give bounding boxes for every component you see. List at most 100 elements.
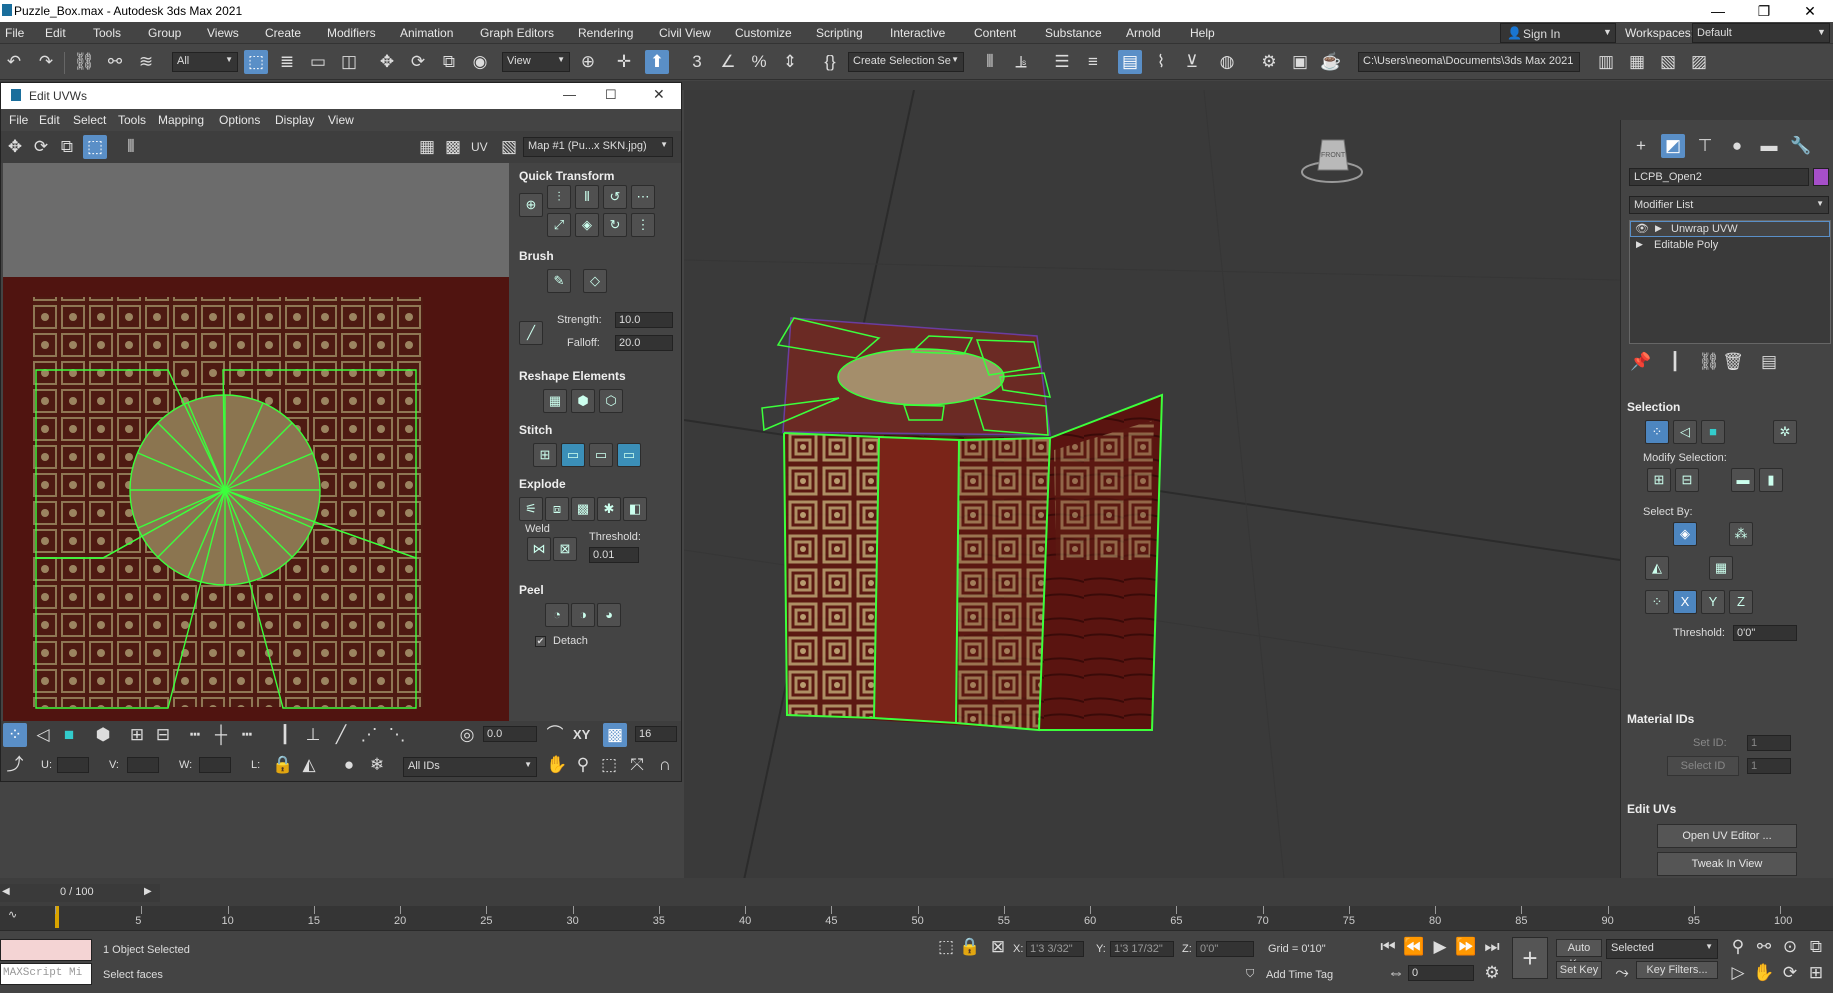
uv-menu-mapping[interactable]: Mapping bbox=[158, 113, 204, 127]
maxscript-listener-output[interactable] bbox=[0, 939, 92, 961]
soft-selection-falloff-spinner[interactable]: 0.0 bbox=[483, 726, 537, 742]
peel-header[interactable]: Peel bbox=[519, 583, 544, 597]
menu-content[interactable]: Content bbox=[974, 26, 1016, 40]
show-end-result-icon[interactable]: ┃ bbox=[1663, 350, 1687, 374]
limit-selection-icon[interactable]: ▩ bbox=[603, 723, 627, 747]
selection-lock-icon[interactable]: 🔒 bbox=[958, 935, 982, 959]
mirror-icon[interactable]: ⫴ bbox=[119, 135, 143, 159]
add-time-tag-button[interactable]: Add Time Tag bbox=[1266, 969, 1333, 981]
default-in-out-tangent-icon[interactable]: ⤳ bbox=[1610, 961, 1634, 985]
scale-uniform-icon[interactable]: ⤢ bbox=[547, 213, 571, 237]
ring-icon[interactable]: ▬ bbox=[1731, 468, 1755, 492]
flip-icon[interactable]: ◈ bbox=[575, 213, 599, 237]
paint-select-icon[interactable]: ╱ bbox=[329, 723, 353, 747]
element-sub-icon[interactable]: ✲ bbox=[1773, 420, 1797, 444]
ids-filter-select[interactable]: All IDs ▼ bbox=[403, 757, 537, 777]
strength-spinner[interactable]: 10.0 bbox=[615, 312, 673, 328]
detach-checkbox[interactable]: ✔ bbox=[535, 636, 546, 647]
angle-snap-icon[interactable]: ∠ bbox=[716, 50, 740, 74]
uv-close-button[interactable]: ✕ bbox=[653, 86, 665, 103]
point-to-point-icon[interactable]: ⊥ bbox=[301, 723, 325, 747]
rotate-ccw-icon[interactable]: ↺ bbox=[603, 185, 627, 209]
window-crossing-icon[interactable]: ◫ bbox=[337, 50, 361, 74]
mirror-icon[interactable]: ⫴ bbox=[978, 50, 1002, 74]
key-filters-button[interactable]: Key Filters... bbox=[1636, 961, 1718, 979]
curve-editor-icon[interactable]: ⌇ bbox=[1149, 50, 1173, 74]
set-keys-button[interactable]: + bbox=[1512, 937, 1548, 979]
edge-mode-icon[interactable]: ◁ bbox=[31, 723, 55, 747]
x-axis-icon[interactable]: X bbox=[1673, 590, 1697, 614]
close-button[interactable]: ✕ bbox=[1787, 0, 1833, 22]
set-project-icon[interactable]: ▦ bbox=[1625, 50, 1649, 74]
menu-animation[interactable]: Animation bbox=[400, 26, 453, 40]
minimize-button[interactable]: — bbox=[1695, 0, 1741, 22]
pivot-center-icon[interactable]: ⊕ bbox=[576, 50, 600, 74]
key-filter-select[interactable]: Selected ▼ bbox=[1606, 939, 1718, 959]
orbit-icon[interactable]: ⟳ bbox=[1778, 961, 1802, 985]
bind-spacewarp-icon[interactable]: ≋ bbox=[134, 50, 158, 74]
relax-icon[interactable]: ⬢ bbox=[571, 389, 595, 413]
vertex-mode-icon[interactable]: ⁘ bbox=[3, 723, 27, 747]
hide-show-icon[interactable]: ◭ bbox=[297, 753, 321, 777]
uv-menu-tools[interactable]: Tools bbox=[118, 113, 146, 127]
play-icon[interactable]: ▶ bbox=[1428, 935, 1452, 959]
z-axis-icon[interactable]: Z bbox=[1729, 590, 1753, 614]
peel-mode-icon[interactable]: ◑ bbox=[571, 603, 595, 627]
previous-frame-icon[interactable]: ⏪ bbox=[1402, 935, 1426, 959]
uv-minimize-button[interactable]: — bbox=[563, 87, 576, 102]
space-vertical-icon[interactable]: ⋮ bbox=[631, 213, 655, 237]
uv-maximize-button[interactable]: ☐ bbox=[605, 87, 617, 103]
grow-icon[interactable]: ⊞ bbox=[1647, 468, 1671, 492]
move-icon[interactable]: ✥ bbox=[375, 50, 399, 74]
select-manipulate-icon[interactable]: ✛ bbox=[612, 50, 636, 74]
render-setup-icon[interactable]: ⚙ bbox=[1257, 50, 1281, 74]
modifier-list-select[interactable]: Modifier List ▼ bbox=[1629, 196, 1829, 214]
menu-help[interactable]: Help bbox=[1190, 26, 1215, 40]
weld-target-icon[interactable]: ⋈ bbox=[527, 537, 551, 561]
menu-views[interactable]: Views bbox=[207, 26, 239, 40]
menu-create[interactable]: Create bbox=[265, 26, 301, 40]
absolute-mode-icon[interactable]: ⊠ bbox=[986, 935, 1010, 959]
uv-menu-display[interactable]: Display bbox=[275, 113, 314, 127]
soft-selection-icon[interactable]: ◎ bbox=[455, 723, 479, 747]
maxscript-input[interactable]: MAXScript Mi bbox=[0, 963, 92, 985]
stitch-custom-icon[interactable]: ⊞ bbox=[533, 443, 557, 467]
ring-grow-icon[interactable]: ┼ bbox=[209, 723, 233, 747]
uv-menu-select[interactable]: Select bbox=[73, 113, 106, 127]
toggle-scene-explorer-icon[interactable]: ☰ bbox=[1050, 50, 1074, 74]
detach-edge-icon[interactable]: ⧈ bbox=[545, 497, 569, 521]
menu-graph-editors[interactable]: Graph Editors bbox=[480, 26, 554, 40]
schematic-view-icon[interactable]: ⊻ bbox=[1180, 50, 1204, 74]
w-field[interactable] bbox=[199, 757, 231, 773]
rendered-frame-window-icon[interactable]: ▣ bbox=[1288, 50, 1312, 74]
uv-menu-view[interactable]: View bbox=[328, 113, 354, 127]
viewcube[interactable] bbox=[1301, 139, 1363, 183]
rect-selection-icon[interactable]: ▭ bbox=[306, 50, 330, 74]
select-id-button[interactable]: Select ID bbox=[1667, 756, 1739, 776]
keyboard-shortcut-override-icon[interactable]: ⬆ bbox=[645, 50, 669, 74]
freeze-icon[interactable]: ● bbox=[337, 753, 361, 777]
menu-tools[interactable]: Tools bbox=[93, 26, 121, 40]
stitch-header[interactable]: Stitch bbox=[519, 423, 552, 437]
zoom-extents-icon[interactable]: ⤧ bbox=[625, 753, 649, 777]
rotate-icon[interactable]: ⟳ bbox=[406, 50, 430, 74]
pan-view-icon[interactable]: ✋ bbox=[1752, 961, 1776, 985]
polygon-sub-icon[interactable]: ■ bbox=[1701, 420, 1725, 444]
set-id-spinner[interactable]: 1 bbox=[1747, 735, 1791, 751]
isolate-selection-icon[interactable]: ⬚ bbox=[934, 935, 958, 959]
current-frame-field[interactable]: 0 bbox=[1408, 965, 1474, 981]
move-icon[interactable]: ✥ bbox=[3, 135, 27, 159]
menu-arnold[interactable]: Arnold bbox=[1126, 26, 1161, 40]
u-field[interactable] bbox=[57, 757, 89, 773]
redo-icon[interactable]: ↷ bbox=[34, 50, 58, 74]
percent-snap-icon[interactable]: % bbox=[747, 50, 771, 74]
select-by-smoothing-icon[interactable]: ▦ bbox=[1709, 556, 1733, 580]
object-name-field[interactable]: LCPB_Open2 bbox=[1629, 168, 1809, 186]
grid-divisions-spinner[interactable]: 16 bbox=[635, 726, 677, 742]
spinner-snap-icon[interactable]: ⇕ bbox=[778, 50, 802, 74]
menu-substance[interactable]: Substance bbox=[1045, 26, 1102, 40]
align-to-center-icon[interactable]: ⊕ bbox=[519, 193, 543, 217]
flatten-icon[interactable]: ▩ bbox=[571, 497, 595, 521]
open-folder-icon[interactable]: ▧ bbox=[1656, 50, 1680, 74]
quick-peel-icon[interactable]: ◔ bbox=[545, 603, 569, 627]
